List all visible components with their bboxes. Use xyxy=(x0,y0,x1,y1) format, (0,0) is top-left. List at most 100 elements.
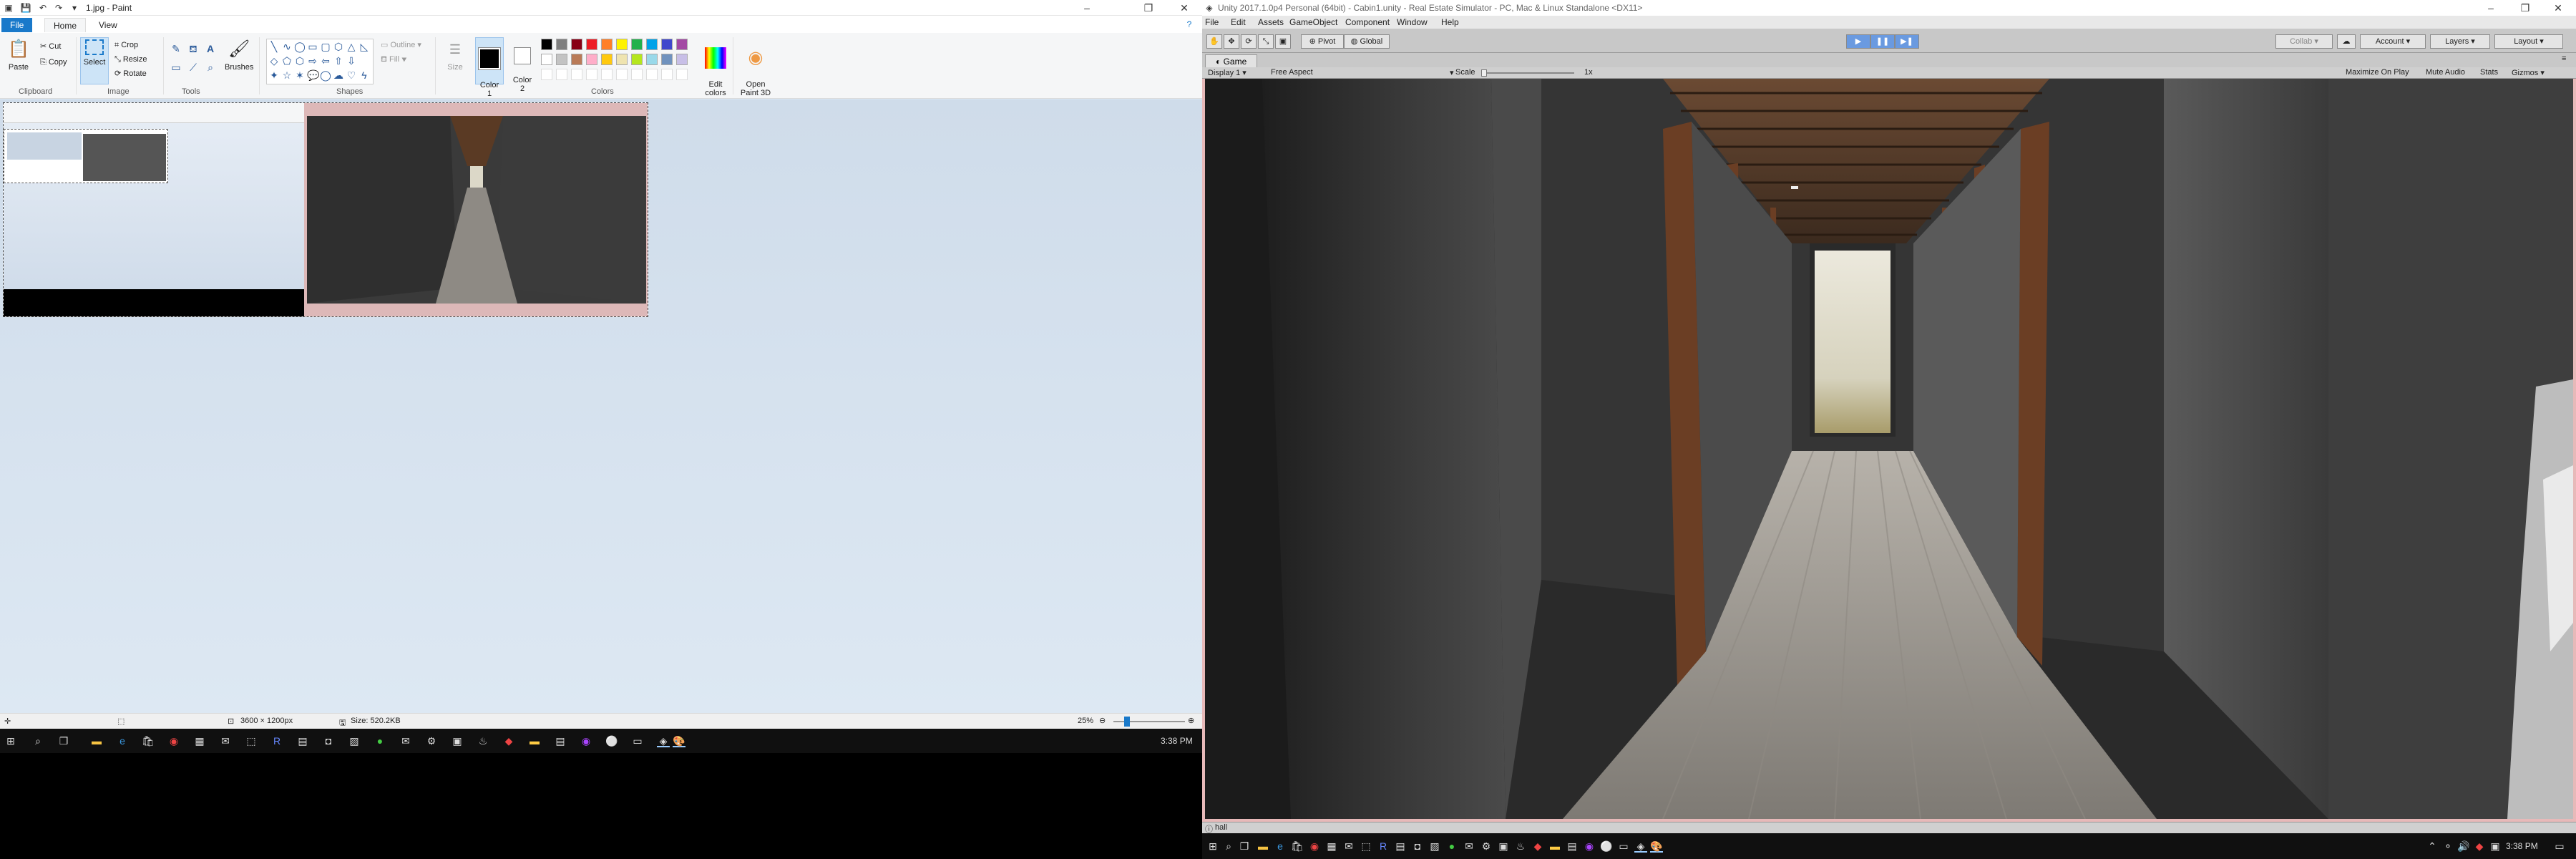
menu-help[interactable]: Help xyxy=(1441,17,1459,27)
play-button[interactable]: ▶ xyxy=(1846,34,1870,49)
app-icon[interactable]: ✉ xyxy=(1342,840,1355,853)
console-message[interactable]: hall xyxy=(1215,823,1227,832)
layout-dropdown[interactable]: Layout ▾ xyxy=(2494,34,2563,49)
five-star-icon[interactable]: ☆ xyxy=(281,69,293,81)
cloud-callout-icon[interactable]: ☁ xyxy=(333,69,344,81)
triangle-icon[interactable]: △ xyxy=(346,41,357,52)
polygon-icon[interactable]: ⬡ xyxy=(333,41,344,52)
app-icon[interactable]: R xyxy=(1377,840,1390,853)
tray-app-icon[interactable]: ▣ xyxy=(2489,840,2502,853)
right-arrow-icon[interactable]: ⇨ xyxy=(307,55,318,67)
pause-button[interactable]: ❚❚ xyxy=(1870,34,1895,49)
color-swatch[interactable] xyxy=(646,39,658,50)
mail-icon[interactable]: ✉ xyxy=(1463,840,1475,853)
curve-icon[interactable]: ∿ xyxy=(281,41,293,52)
color1-button[interactable]: Color 1 xyxy=(475,37,504,98)
panel-menu-icon[interactable]: ≡ xyxy=(2562,54,2566,63)
aspect-dropdown-arrow-icon[interactable]: ▾ xyxy=(1450,68,1454,77)
pencil-icon[interactable]: ✎ xyxy=(170,43,182,54)
volume-icon[interactable]: 🔊 xyxy=(2457,840,2470,853)
app-icon[interactable]: ◉ xyxy=(580,734,592,747)
color2-button[interactable]: Color 2 xyxy=(508,37,537,93)
layers-dropdown[interactable]: Layers ▾ xyxy=(2430,34,2490,49)
color-swatch[interactable] xyxy=(661,54,673,65)
scale-slider-thumb[interactable] xyxy=(1481,69,1487,77)
camera-icon[interactable]: ◘ xyxy=(322,734,335,747)
menu-component[interactable]: Component xyxy=(1345,17,1390,27)
edge-icon[interactable]: e xyxy=(1274,840,1287,853)
search-icon[interactable]: ⌕ xyxy=(1222,840,1235,853)
zoom-in-icon[interactable]: ⊕ xyxy=(1188,716,1194,725)
custom-color-swatch[interactable] xyxy=(646,69,658,80)
unity-taskbar-icon[interactable]: ◈ xyxy=(657,734,670,747)
task-view-icon[interactable]: ❐ xyxy=(57,734,70,747)
left-arrow-icon[interactable]: ⇦ xyxy=(320,55,331,67)
maximize-on-play-toggle[interactable]: Maximize On Play xyxy=(2346,68,2409,77)
menu-assets[interactable]: Assets xyxy=(1258,17,1284,27)
maximize-icon[interactable]: ❐ xyxy=(2509,0,2542,16)
paint-taskbar-icon[interactable]: 🎨 xyxy=(673,734,686,747)
mail-icon[interactable]: ✉ xyxy=(399,734,412,747)
game-viewport[interactable] xyxy=(1205,79,2573,819)
gizmos-dropdown[interactable]: Gizmos ▾ xyxy=(2512,68,2545,77)
custom-color-swatch[interactable] xyxy=(556,69,567,80)
color-swatch[interactable] xyxy=(646,54,658,65)
custom-color-swatch[interactable] xyxy=(676,69,688,80)
magnifier-icon[interactable]: ⌕ xyxy=(205,62,216,73)
tab-game[interactable]: ◐ Game xyxy=(1205,54,1258,67)
app-icon[interactable]: ▤ xyxy=(296,734,309,747)
task-view-icon[interactable]: ❐ xyxy=(1238,840,1251,853)
app-icon[interactable]: ⬚ xyxy=(1360,840,1372,853)
color-swatch[interactable] xyxy=(661,39,673,50)
start-icon[interactable]: ⊞ xyxy=(4,734,17,747)
file-explorer-icon[interactable]: ▬ xyxy=(1257,840,1269,853)
paint-taskbar-icon[interactable]: 🎨 xyxy=(1650,840,1663,853)
app-icon[interactable]: ⚙ xyxy=(425,734,438,747)
account-dropdown[interactable]: Account ▾ xyxy=(2360,34,2426,49)
zoom-slider-thumb[interactable] xyxy=(1124,717,1130,727)
size-button[interactable]: ☰ Size xyxy=(441,37,469,84)
app-icon[interactable]: ▣ xyxy=(1497,840,1510,853)
app-icon[interactable]: ● xyxy=(1445,840,1458,853)
app-icon[interactable]: ▭ xyxy=(1617,840,1630,853)
lightning-icon[interactable]: ϟ xyxy=(358,69,370,81)
calculator-icon[interactable]: ▦ xyxy=(1325,840,1338,853)
paste-button[interactable]: 📋 Paste xyxy=(4,37,33,84)
up-arrow-icon[interactable]: ⇧ xyxy=(333,55,344,67)
fill-dropdown[interactable]: ⛾ Fill ▾ xyxy=(381,53,407,66)
color-swatch[interactable] xyxy=(586,39,597,50)
aspect-dropdown[interactable]: Free Aspect xyxy=(1271,68,1313,77)
app-icon[interactable]: ▤ xyxy=(554,734,567,747)
open-paint3d-button[interactable]: ◉ Open Paint 3D xyxy=(737,37,774,97)
canvas-image[interactable] xyxy=(3,102,648,317)
eraser-icon[interactable]: ▭ xyxy=(170,62,182,73)
steam-icon[interactable]: ♨ xyxy=(1514,840,1527,853)
fill-bucket-icon[interactable]: ⛾ xyxy=(187,43,199,54)
oval-icon[interactable]: ◯ xyxy=(294,41,306,52)
hexagon-icon[interactable]: ⬡ xyxy=(294,55,306,67)
color-swatch[interactable] xyxy=(616,39,628,50)
tab-file[interactable]: File xyxy=(1,18,33,32)
app-icon[interactable]: ◆ xyxy=(1531,840,1544,853)
rect-tool-icon[interactable]: ▣ xyxy=(1275,34,1291,49)
color-swatch[interactable] xyxy=(676,39,688,50)
step-button[interactable]: ▶❚ xyxy=(1895,34,1919,49)
file-explorer-icon[interactable]: ▬ xyxy=(90,734,103,747)
custom-color-swatch[interactable] xyxy=(661,69,673,80)
color-swatch[interactable] xyxy=(556,54,567,65)
maximize-icon[interactable]: ❐ xyxy=(1132,0,1165,16)
save-icon[interactable]: 💾 xyxy=(20,2,31,14)
resize-button[interactable]: ⤡ Resize xyxy=(114,53,147,66)
app-icon[interactable]: ▨ xyxy=(348,734,361,747)
redo-icon[interactable]: ↷ xyxy=(53,2,64,14)
network-icon[interactable]: ⚬ xyxy=(2441,840,2454,853)
tray-app-icon[interactable]: ◆ xyxy=(2473,840,2486,853)
collab-button[interactable]: Collab ▾ xyxy=(2275,34,2333,49)
hand-tool-icon[interactable]: ✋ xyxy=(1206,34,1222,49)
app-icon[interactable]: ◉ xyxy=(1583,840,1596,853)
app-icon[interactable]: ▬ xyxy=(528,734,541,747)
undo-icon[interactable]: ↶ xyxy=(37,2,49,14)
search-icon[interactable]: ⌕ xyxy=(31,734,44,747)
color-swatch[interactable] xyxy=(556,39,567,50)
help-icon[interactable]: ? xyxy=(1184,19,1195,30)
